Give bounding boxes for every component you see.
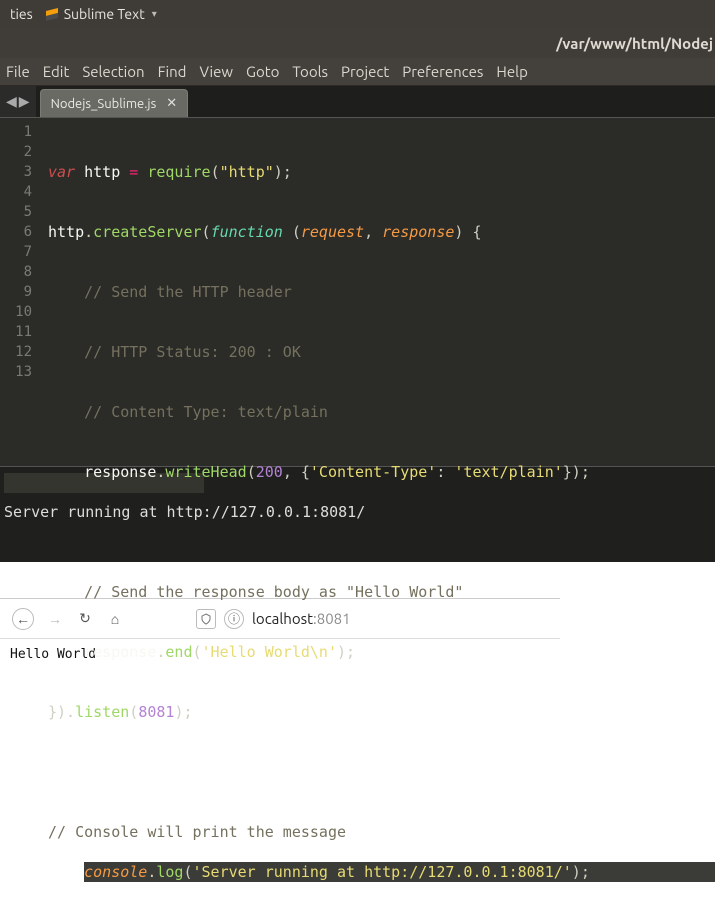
code-line xyxy=(48,762,715,782)
tab-next-icon[interactable]: ▶ xyxy=(19,93,30,110)
menu-help[interactable]: Help xyxy=(496,63,527,80)
menu-view[interactable]: View xyxy=(199,63,233,80)
line-number: 12 xyxy=(0,342,32,362)
code-line: console.log('Server running at http://12… xyxy=(84,862,715,882)
line-number: 5 xyxy=(0,202,32,222)
line-number: 3 xyxy=(0,162,32,182)
menu-edit[interactable]: Edit xyxy=(43,63,70,80)
code-line: http.createServer(function (request, res… xyxy=(48,222,715,242)
line-number: 13 xyxy=(0,362,32,382)
line-number: 7 xyxy=(0,242,32,262)
close-icon[interactable]: ✕ xyxy=(166,96,177,111)
window-titlebar: /var/www/html/Nodej xyxy=(0,28,715,58)
line-number: 6 xyxy=(0,222,32,242)
app-menu[interactable]: Sublime Text ▾ xyxy=(39,6,163,22)
sublime-icon xyxy=(45,7,59,21)
panel-activities-truncated[interactable]: ties xyxy=(4,6,39,22)
menu-preferences[interactable]: Preferences xyxy=(402,63,483,80)
line-number: 4 xyxy=(0,182,32,202)
menu-find[interactable]: Find xyxy=(158,63,187,80)
editor[interactable]: 1 2 3 4 5 6 7 8 9 10 11 12 13 var http =… xyxy=(0,118,715,466)
line-number: 10 xyxy=(0,302,32,322)
gutter: 1 2 3 4 5 6 7 8 9 10 11 12 13 xyxy=(0,118,42,466)
code-line: }).listen(8081); xyxy=(48,702,715,722)
menubar: File Edit Selection Find View Goto Tools… xyxy=(0,58,715,86)
code-line: // Content Type: text/plain xyxy=(48,402,715,422)
code-line: response.writeHead(200, {'Content-Type':… xyxy=(48,462,715,482)
code-line xyxy=(48,522,715,542)
menu-goto[interactable]: Goto xyxy=(246,63,279,80)
menu-project[interactable]: Project xyxy=(341,63,389,80)
line-number: 8 xyxy=(0,262,32,282)
tab-nav-arrows[interactable]: ◀ ▶ xyxy=(0,86,36,117)
tab-active[interactable]: Nodejs_Sublime.js ✕ xyxy=(40,89,189,117)
desktop-top-panel: ties Sublime Text ▾ xyxy=(0,0,715,28)
code-line: response.end('Hello World\n'); xyxy=(48,642,715,662)
tab-prev-icon[interactable]: ◀ xyxy=(6,93,17,110)
tab-label: Nodejs_Sublime.js xyxy=(51,97,157,111)
code-area[interactable]: var http = require("http"); http.createS… xyxy=(42,118,715,466)
window-title: /var/www/html/Nodej xyxy=(556,35,713,52)
code-line: // Send the HTTP header xyxy=(48,282,715,302)
menu-file[interactable]: File xyxy=(6,63,30,80)
line-number: 11 xyxy=(0,322,32,342)
line-number: 1 xyxy=(0,122,32,142)
code-line: // Send the response body as "Hello Worl… xyxy=(48,582,715,602)
back-button[interactable]: ← xyxy=(12,608,34,630)
code-line: // Console will print the message xyxy=(48,822,715,842)
code-line: var http = require("http"); xyxy=(48,162,715,182)
menu-tools[interactable]: Tools xyxy=(292,63,328,80)
app-menu-label: Sublime Text xyxy=(64,6,145,22)
tabbar: ◀ ▶ Nodejs_Sublime.js ✕ xyxy=(0,86,715,118)
line-number: 9 xyxy=(0,282,32,302)
line-number: 2 xyxy=(0,142,32,162)
chevron-down-icon: ▾ xyxy=(152,8,157,20)
code-line: // HTTP Status: 200 : OK xyxy=(48,342,715,362)
menu-selection[interactable]: Selection xyxy=(82,63,144,80)
